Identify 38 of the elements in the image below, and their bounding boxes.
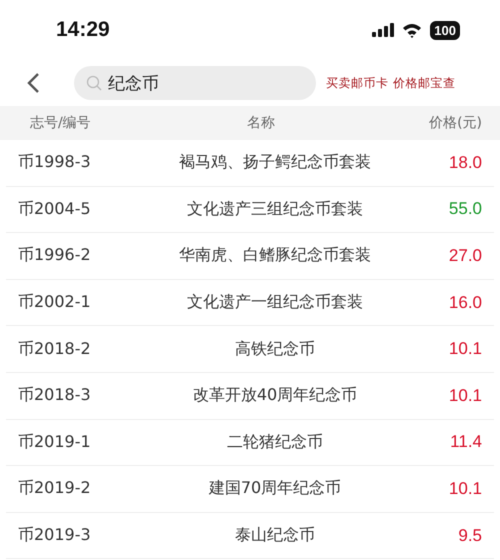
name-cell-text: 高铁纪念币 — [234, 338, 316, 360]
price-cell-text: 10.1 — [448, 478, 482, 499]
name-cell-text: 华南虎、白鳍豚纪念币套装 — [178, 245, 372, 266]
column-header: 价格(元) — [428, 114, 482, 132]
code-cell-text: 币1996-2 — [18, 245, 92, 266]
price-cell-text: 9.5 — [457, 526, 482, 546]
back-icon[interactable] — [26, 72, 42, 94]
search-icon — [86, 75, 102, 91]
name-cell-text: 文化遗产三组纪念币套装 — [186, 198, 364, 220]
price-cell-text: 16.0 — [448, 292, 482, 313]
search-field[interactable]: 纪念币 — [74, 66, 316, 100]
signal-icon — [372, 23, 394, 37]
code-cell-text: 币2004-5 — [18, 198, 92, 220]
code-cell-text: 币2018-2 — [18, 338, 92, 360]
name-cell-text: 改革开放40周年纪念币 — [192, 385, 358, 406]
battery-level: 100 — [430, 20, 460, 40]
price-cell-text: 27.0 — [448, 246, 482, 266]
name-cell-text: 褐马鸡、扬子鳄纪念币套装 — [178, 152, 372, 174]
name-cell-text: 文化遗产一组纪念币套装 — [186, 292, 364, 314]
price-cell-text: 10.1 — [448, 339, 482, 360]
slogan-text: 买卖邮币卡 价格邮宝查 — [326, 74, 456, 92]
wifi-icon — [402, 22, 422, 38]
code-cell-text: 币2019-1 — [18, 432, 92, 453]
name-cell-text: 二轮猪纪念币 — [226, 432, 324, 453]
name-cell-text: 泰山纪念币 — [234, 525, 316, 546]
name-cell-text: 建国70周年纪念币 — [208, 478, 342, 500]
code-cell-text: 币2002-1 — [18, 292, 92, 314]
price-cell-text: 11.4 — [449, 432, 482, 452]
price-cell-text: 10.1 — [448, 386, 482, 406]
code-cell-text: 币2019-3 — [18, 525, 92, 546]
column-header: 志号/编号 — [30, 114, 92, 132]
price-cell-text: 18.0 — [448, 152, 482, 173]
code-cell-text: 币2019-2 — [18, 478, 92, 500]
code-cell-text: 币2018-3 — [18, 385, 92, 406]
column-header: 名称 — [246, 114, 276, 132]
code-cell-text: 币1998-3 — [18, 152, 92, 174]
price-cell-text: 55.0 — [448, 199, 482, 220]
status-time: 14:29 — [56, 18, 110, 42]
